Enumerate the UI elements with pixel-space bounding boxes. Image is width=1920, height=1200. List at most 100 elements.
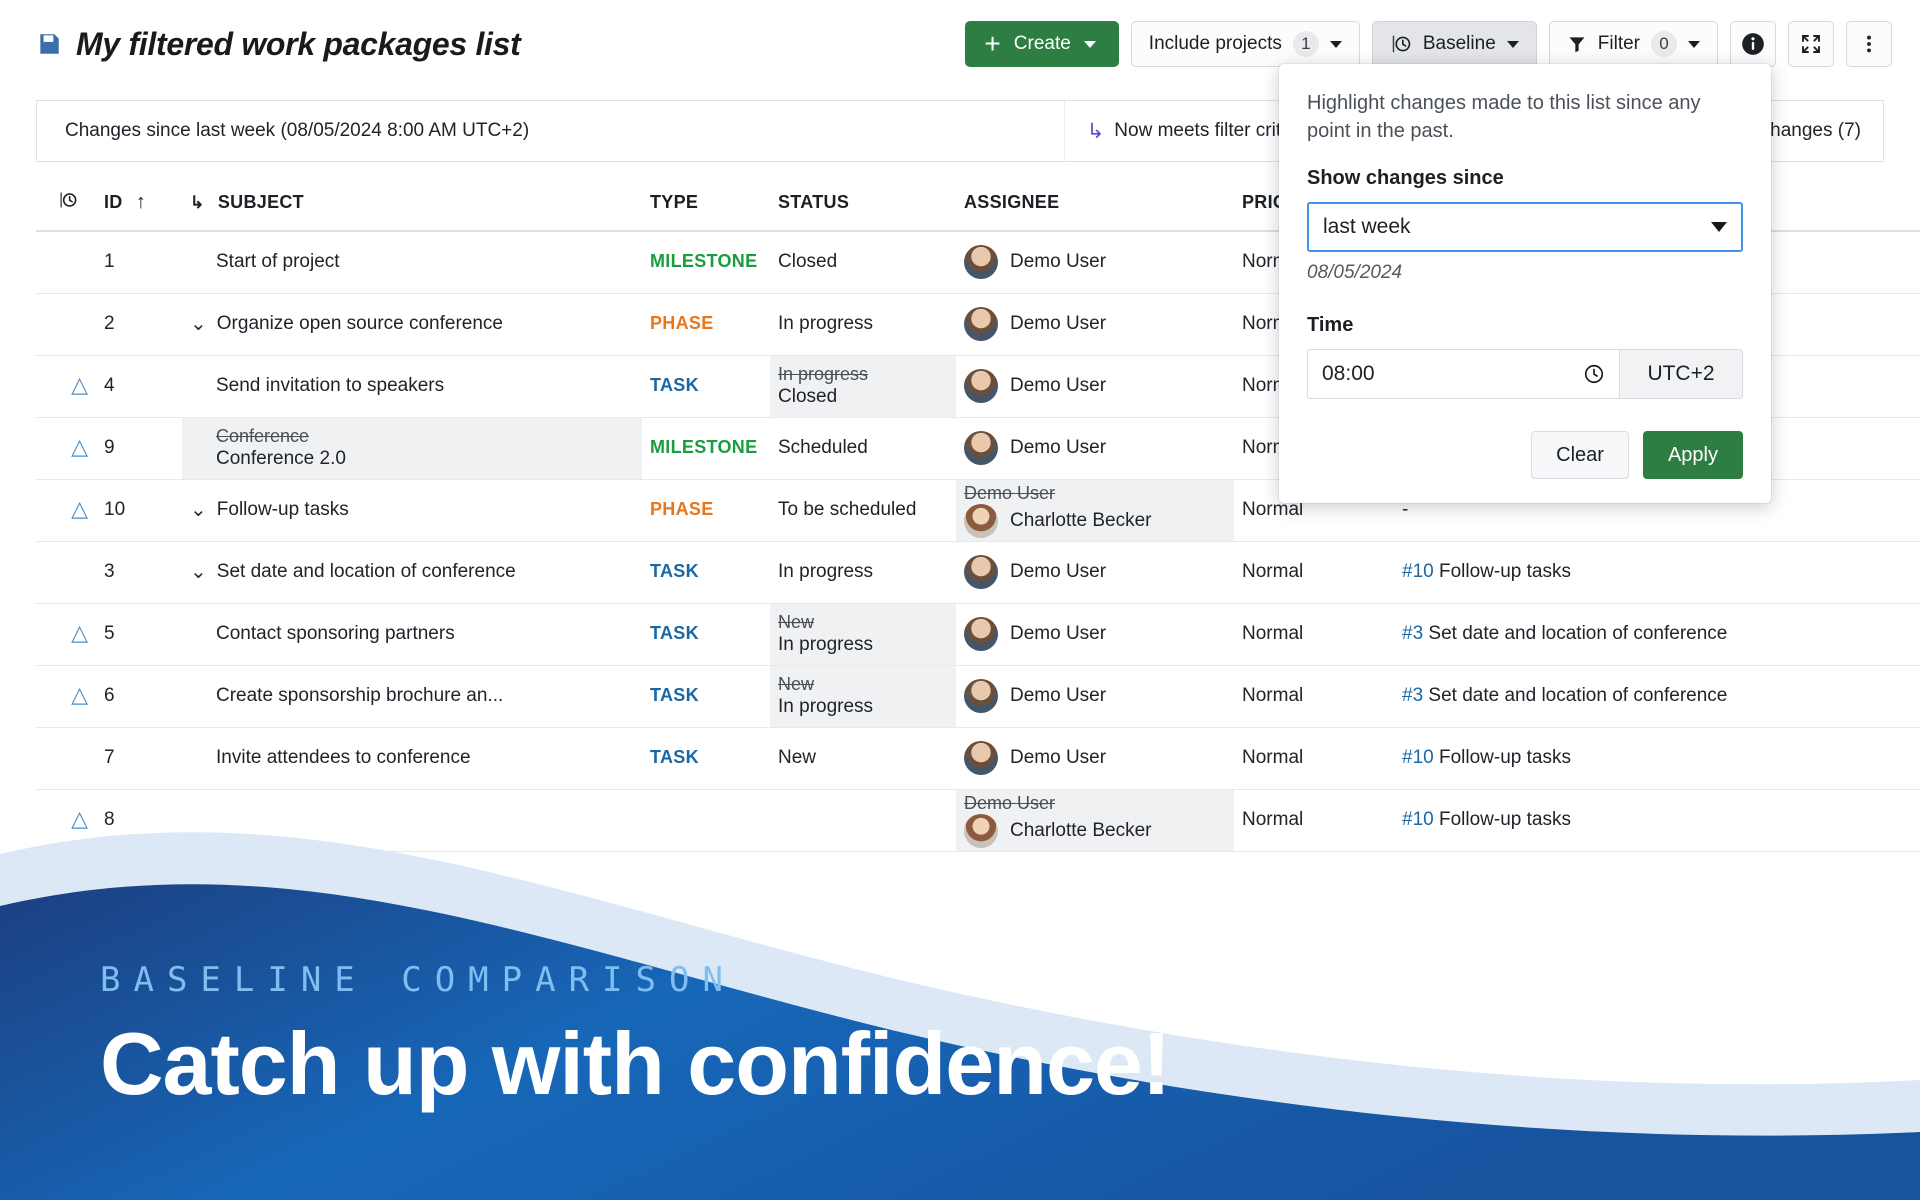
more-vertical-icon (1867, 35, 1871, 53)
row-subject[interactable]: ⌄ Set date and location of conference (182, 541, 642, 604)
table-row[interactable]: △ 6 Create sponsorship brochure an... TASK N… (36, 665, 1920, 728)
row-parent[interactable]: #10 Follow-up tasks (1394, 541, 1920, 604)
avatar (964, 431, 998, 465)
table-row[interactable]: 3 ⌄ Set date and location of conference TAS… (36, 541, 1920, 604)
apply-button[interactable]: Apply (1642, 431, 1743, 480)
clear-button[interactable]: Clear (1531, 431, 1629, 480)
fullscreen-button[interactable] (1788, 21, 1834, 67)
table-row[interactable]: △ 5 Contact sponsoring partners TASK New In p… (36, 603, 1920, 666)
row-id[interactable]: 6 (96, 665, 182, 728)
row-subject[interactable]: Conference Conference 2.0 (182, 417, 642, 480)
filter-icon (1569, 37, 1585, 53)
row-parent-id[interactable]: #10 (1402, 561, 1439, 582)
row-id[interactable]: 3 (96, 541, 182, 604)
row-parent[interactable]: #3 Set date and location of conference (1394, 603, 1920, 666)
row-assignee[interactable]: Demo User (956, 355, 1234, 418)
chevron-down-icon[interactable]: ⌄ (190, 500, 207, 520)
triangle-change-icon: △ (71, 620, 88, 645)
row-status[interactable]: New In progress (770, 665, 956, 728)
column-header-id[interactable]: ID ↑ (96, 175, 182, 232)
row-assignee[interactable]: Demo User (956, 665, 1234, 728)
include-projects-label: Include projects (1148, 33, 1282, 54)
floppy-disk-icon (40, 34, 59, 54)
row-status-old: New (778, 611, 815, 632)
row-id[interactable]: 5 (96, 603, 182, 666)
time-input[interactable]: 08:00 (1307, 349, 1619, 400)
row-status[interactable]: To be scheduled (770, 479, 956, 542)
row-type: PHASE (642, 479, 770, 542)
plus-icon: + (984, 28, 1001, 59)
row-assignee[interactable]: Demo User (956, 603, 1234, 666)
row-parent-id[interactable]: #3 (1402, 685, 1428, 706)
column-header-status[interactable]: STATUS (770, 175, 956, 232)
promo-banner: BASELINE COMPARISON Catch up with confid… (0, 780, 1920, 1200)
row-status[interactable]: In progress Closed (770, 355, 956, 418)
row-change-indicator-cell: △ (36, 479, 96, 542)
row-assignee[interactable]: Demo User (956, 231, 1234, 294)
row-assignee[interactable]: Demo User (956, 417, 1234, 480)
row-parent-title: Follow-up tasks (1438, 747, 1571, 768)
row-subject-value: Start of project (216, 251, 340, 273)
row-priority: Normal (1234, 603, 1394, 666)
row-subject[interactable]: Start of project (182, 231, 642, 294)
avatar (964, 741, 998, 775)
row-assignee-old: Demo User (964, 482, 1056, 503)
chevron-down-icon[interactable]: ⌄ (190, 314, 207, 334)
row-type-badge: TASK (650, 561, 699, 581)
column-header-subject[interactable]: ↳ SUBJECT (182, 175, 642, 232)
more-options-button[interactable] (1846, 21, 1892, 67)
row-subject[interactable]: Send invitation to speakers (182, 355, 642, 418)
row-status[interactable]: New In progress (770, 603, 956, 666)
row-parent-id[interactable]: #10 (1402, 747, 1439, 768)
column-header-baseline (36, 175, 96, 232)
row-assignee-value: Demo User (1010, 623, 1107, 645)
chevron-down-icon[interactable]: ⌄ (190, 562, 207, 582)
row-assignee[interactable]: Demo User (956, 541, 1234, 604)
chevron-down-icon (1083, 40, 1096, 48)
baseline-clock-icon (1392, 35, 1411, 53)
filter-count: 0 (1651, 31, 1677, 57)
panel-actions: Clear Apply (1307, 431, 1743, 480)
baseline-button[interactable]: Baseline (1371, 21, 1537, 67)
column-header-assignee[interactable]: ASSIGNEE (956, 175, 1234, 232)
include-projects-button[interactable]: Include projects 1 (1130, 21, 1360, 67)
hierarchy-icon: ↳ (190, 193, 205, 212)
column-header-id-label: ID (104, 192, 123, 212)
avatar (964, 679, 998, 713)
row-type: PHASE (642, 293, 770, 356)
row-status[interactable]: Scheduled (770, 417, 956, 480)
row-subject[interactable]: Contact sponsoring partners (182, 603, 642, 666)
toolbar-actions: + Create Include projects 1 Baseline Fil… (965, 21, 1920, 67)
row-parent-id[interactable]: #3 (1402, 623, 1428, 644)
triangle-change-icon: △ (71, 372, 88, 397)
row-subject[interactable]: Create sponsorship brochure an... (182, 665, 642, 728)
row-id[interactable]: 10 (96, 479, 182, 542)
create-button[interactable]: + Create (965, 21, 1119, 67)
baseline-summary: Changes since last week (08/05/2024 8:00… (65, 120, 530, 141)
row-assignee[interactable]: Demo User (956, 293, 1234, 356)
row-status[interactable]: Closed (770, 231, 956, 294)
assignee-wrap: Demo User (964, 369, 1226, 403)
sort-ascending-icon: ↑ (135, 191, 147, 213)
show-changes-since-select[interactable]: last week (1307, 202, 1743, 253)
row-status[interactable]: In progress (770, 541, 956, 604)
row-parent[interactable]: #3 Set date and location of conference (1394, 665, 1920, 728)
row-id[interactable]: 2 (96, 293, 182, 356)
row-assignee-value: Demo User (1010, 561, 1107, 583)
column-header-type[interactable]: TYPE (642, 175, 770, 232)
filter-button[interactable]: Filter 0 (1548, 21, 1718, 67)
row-id[interactable]: 4 (96, 355, 182, 418)
row-status[interactable]: In progress (770, 293, 956, 356)
row-subject[interactable]: ⌄ Follow-up tasks (182, 479, 642, 542)
row-id[interactable]: 1 (96, 231, 182, 294)
row-assignee-value: Demo User (1010, 313, 1107, 335)
row-status-value: Closed (778, 251, 838, 273)
info-button[interactable] (1730, 21, 1776, 67)
baseline-date-hint: 08/05/2024 (1307, 262, 1403, 284)
promo-text: BASELINE COMPARISON Catch up with confid… (100, 960, 1171, 1108)
row-id[interactable]: 9 (96, 417, 182, 480)
avatar (964, 245, 998, 280)
row-subject[interactable]: ⌄ Organize open source conference (182, 293, 642, 356)
row-assignee-value: Demo User (1010, 437, 1107, 459)
row-assignee[interactable]: Demo User Charlotte Becker (956, 479, 1234, 542)
